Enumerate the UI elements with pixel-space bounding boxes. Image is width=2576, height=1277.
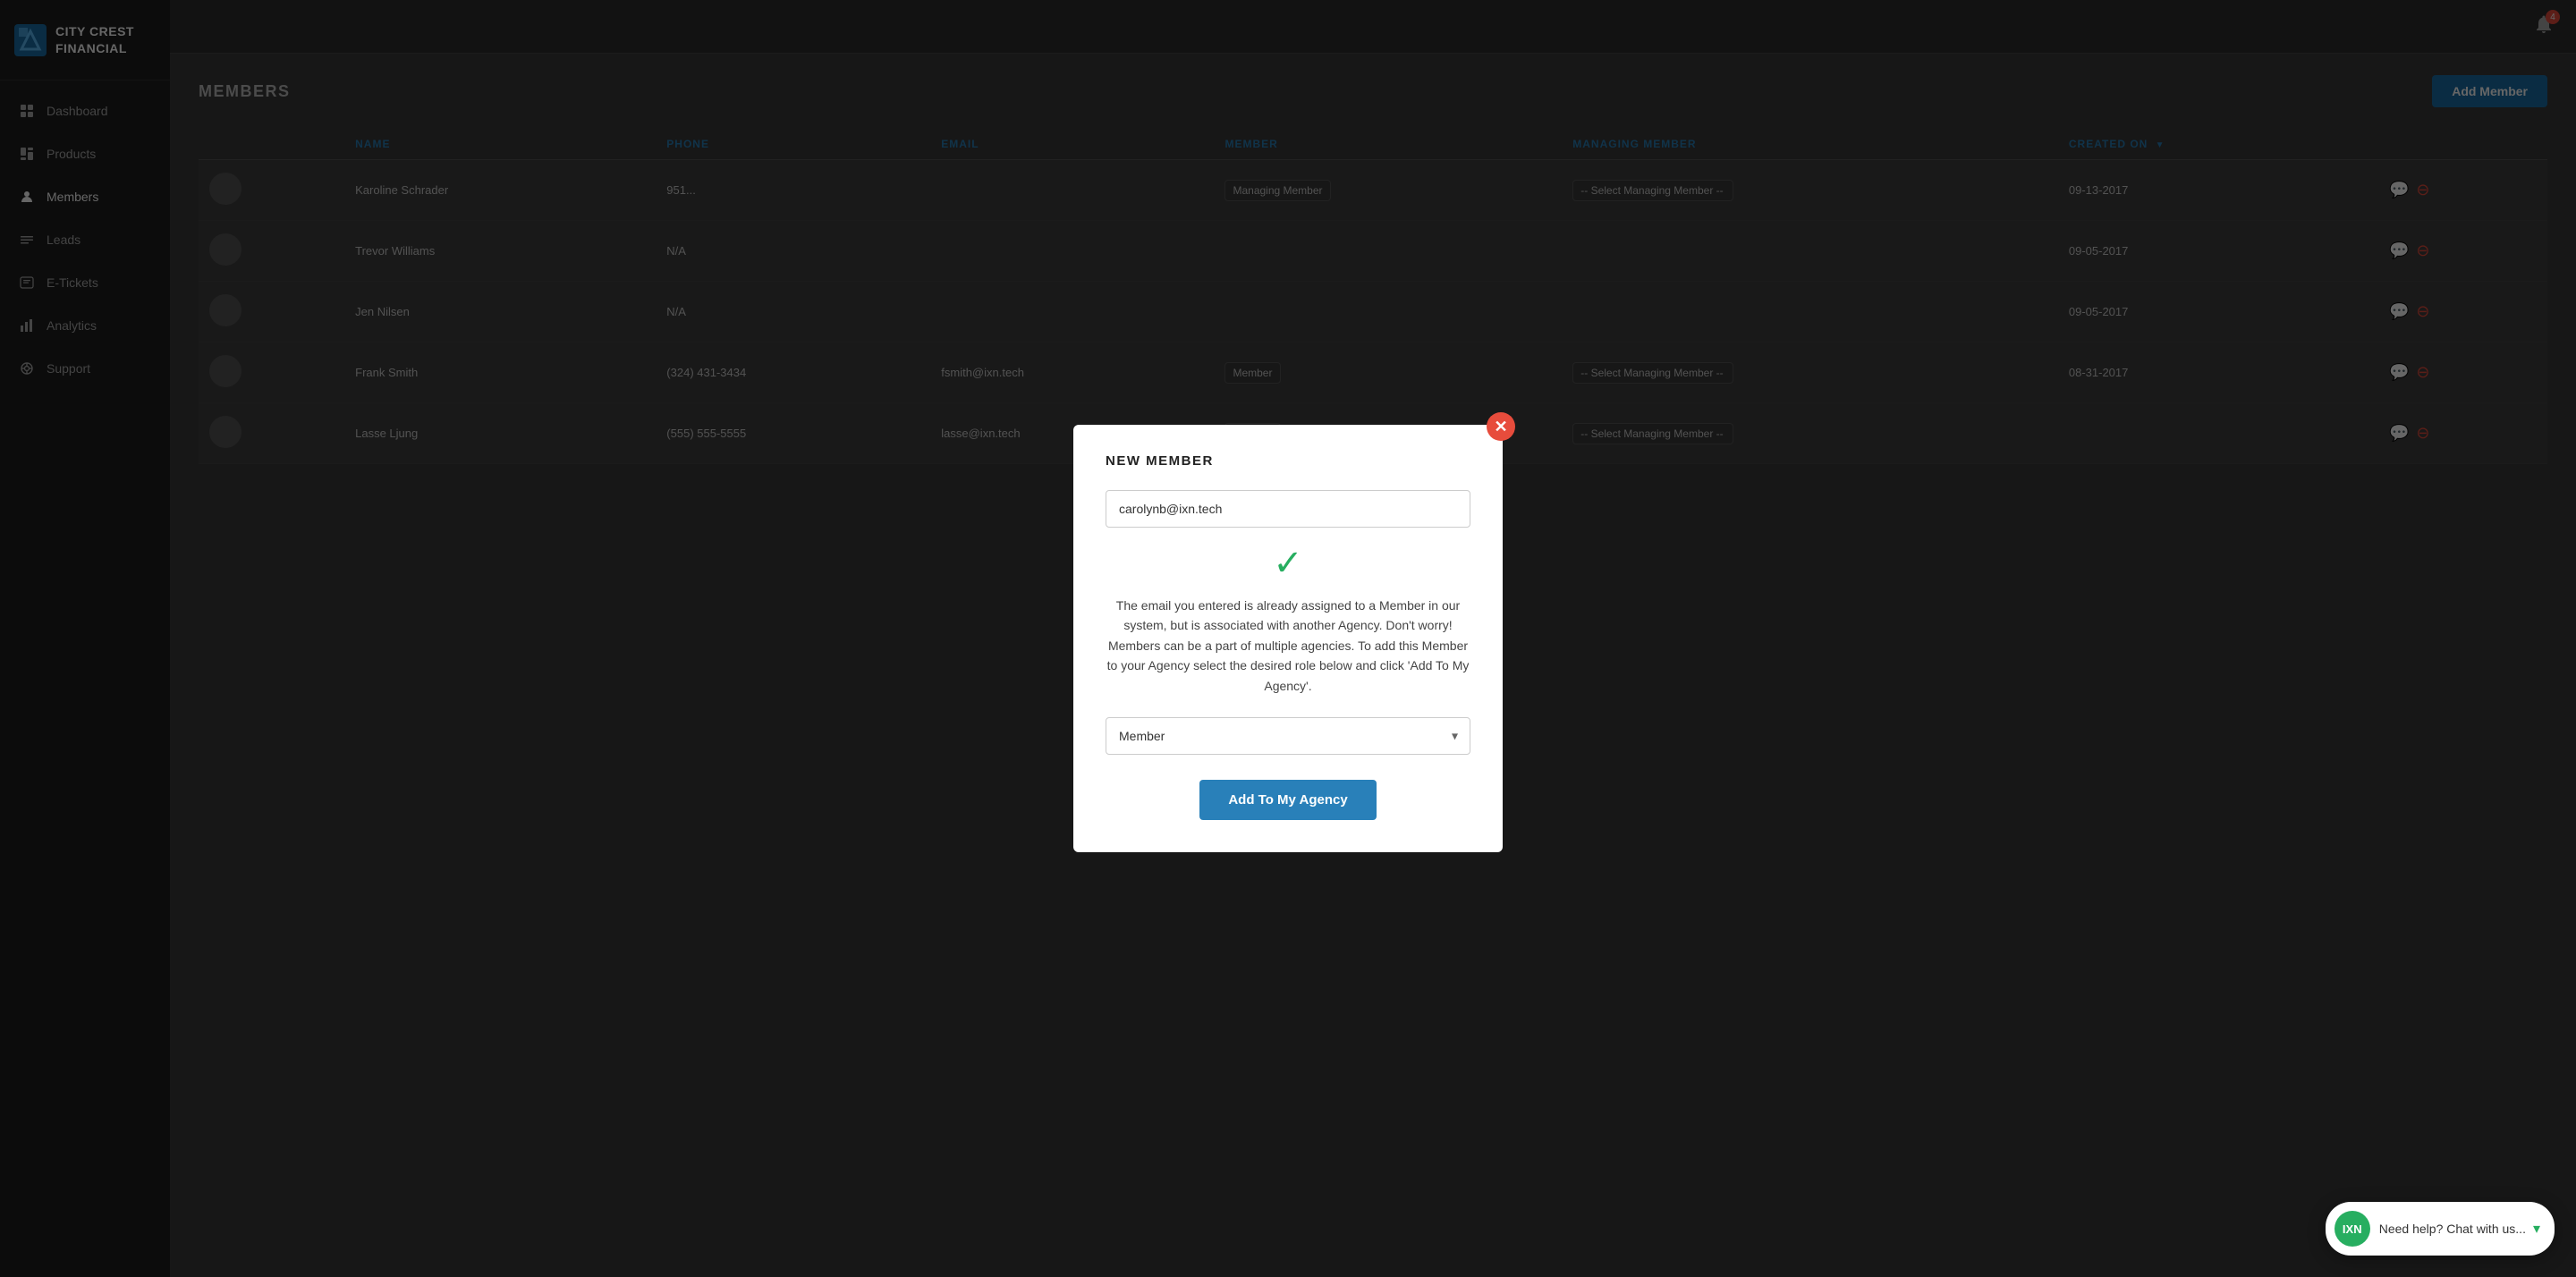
modal-title: NEW MEMBER	[1106, 453, 1470, 469]
chat-widget[interactable]: IXN Need help? Chat with us... ▾	[2326, 1202, 2555, 1256]
new-member-modal: ✕ NEW MEMBER ✓ The email you entered is …	[1073, 425, 1503, 852]
modal-message: The email you entered is already assigne…	[1106, 596, 1470, 696]
modal-close-button[interactable]: ✕	[1487, 412, 1515, 441]
role-select-wrapper: Member Managing Member Admin ▾	[1106, 717, 1470, 755]
success-check-icon: ✓	[1106, 545, 1470, 581]
chat-label: Need help? Chat with us...	[2379, 1222, 2526, 1236]
chat-chevron-icon: ▾	[2533, 1220, 2540, 1238]
chat-avatar-label: IXN	[2343, 1222, 2362, 1236]
email-input[interactable]	[1106, 490, 1470, 528]
chat-avatar-icon: IXN	[2334, 1211, 2370, 1247]
role-select[interactable]: Member Managing Member Admin	[1106, 717, 1470, 755]
modal-overlay[interactable]: ✕ NEW MEMBER ✓ The email you entered is …	[0, 0, 2576, 1277]
add-to-agency-button[interactable]: Add To My Agency	[1199, 780, 1376, 820]
